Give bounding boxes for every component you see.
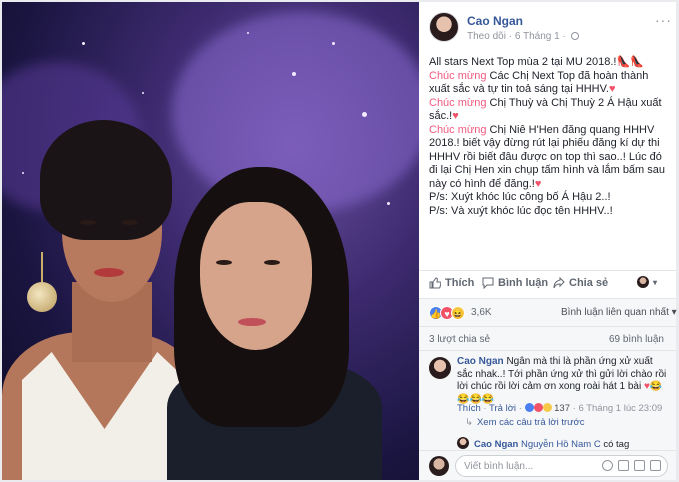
heart-emoji: ♥ <box>452 110 459 122</box>
viewer-avatar <box>429 456 449 476</box>
earring-stem <box>41 252 43 284</box>
post-meta: Theo dõi · 6 Tháng 1 · <box>467 31 579 42</box>
earring <box>27 282 57 312</box>
camera-icon[interactable] <box>618 460 629 471</box>
post-date[interactable]: 6 Tháng 1 <box>515 31 560 42</box>
gif-icon[interactable] <box>634 460 645 471</box>
star <box>142 92 144 94</box>
heels-emoji: 👠👠 <box>616 56 644 68</box>
reply-text: có tag <box>603 439 630 450</box>
lips <box>94 268 124 277</box>
share-icon <box>553 277 565 289</box>
paragraph-text: P/s: Và xuýt khóc lúc đọc tên HHHV..! <box>429 204 613 217</box>
person-left-hair <box>40 120 172 240</box>
paragraph-text: All stars Next Top mùa 2 tại MU 2018.! <box>429 56 617 68</box>
hashtag-highlight[interactable]: Chúc mừng <box>429 124 487 136</box>
comment-input-icons <box>602 460 661 471</box>
haha-reaction-icon: 😆 <box>451 306 465 320</box>
star <box>362 112 367 117</box>
comment-filter-dropdown[interactable]: Bình luận liên quan nhất ▾ <box>561 307 677 318</box>
reply-item: Cao Ngan Nguyễn Hồ Nam C có tag <box>457 437 629 450</box>
reply-arrow-icon: ↳ <box>465 417 473 428</box>
post-paragraph: P/s: Xuýt khóc lúc công bố Á Hậu 2..! <box>429 191 669 205</box>
follow-link[interactable]: Theo dõi <box>467 31 506 42</box>
comment-time[interactable]: 6 Tháng 1 lúc 23:09 <box>578 403 662 414</box>
comment-icon <box>482 277 494 289</box>
star <box>292 72 296 76</box>
heart-emoji: ♥ <box>534 177 542 190</box>
comments-list: Cao Ngan Ngân mà thi là phần ứng xử xuất… <box>419 350 676 450</box>
post-as-selector[interactable]: ▾ <box>637 276 657 288</box>
chevron-down-icon: ▾ <box>653 277 658 287</box>
comment-reaction-count[interactable]: 137 <box>554 403 570 414</box>
viewer-frame: Cao Ngan Theo dõi · 6 Tháng 1 · ··· All … <box>0 0 679 482</box>
comment-body: Cao Ngan Ngân mà thi là phần ứng xử xuất… <box>457 356 667 406</box>
post-text: All stars Next Top mùa 2 tại MU 2018.!👠👠… <box>429 56 669 218</box>
write-comment-bar: Viết bình luận... <box>419 450 676 480</box>
comment-count[interactable]: 69 bình luận <box>609 334 664 345</box>
post-header: Cao Ngan Theo dõi · 6 Tháng 1 · ··· <box>429 12 672 48</box>
paragraph-text: P/s: Xuýt khóc lúc công bố Á Hậu 2..! <box>429 191 611 203</box>
share-label: Chia sẻ <box>569 277 609 289</box>
hashtag-highlight[interactable]: Chúc mừng <box>429 70 487 82</box>
reply-author[interactable]: Cao Ngan <box>474 439 518 450</box>
sticker-icon[interactable] <box>650 460 661 471</box>
reaction-summary: 👍 ♥ 😆 3,6K Bình luận liên quan nhất ▾ <box>419 298 677 326</box>
commenter-avatar[interactable] <box>429 357 451 379</box>
comment-button[interactable]: Bình luận <box>482 277 548 289</box>
star <box>82 42 85 45</box>
post-photo[interactable] <box>2 2 419 480</box>
comment-input[interactable]: Viết bình luận... <box>455 455 668 477</box>
view-replies-label: Xem các câu trả lời trước <box>476 417 585 428</box>
thumbs-up-icon <box>429 277 441 289</box>
commenter-name[interactable]: Cao Ngan <box>457 356 504 367</box>
star <box>387 202 390 205</box>
comment-actions: Thích · Trả lời · 137 · 6 Tháng 1 lúc 23… <box>457 403 662 414</box>
reply-avatar[interactable] <box>457 437 469 449</box>
haha-reaction-icon <box>542 403 552 412</box>
reaction-icons[interactable]: 👍 ♥ 😆 <box>429 306 465 320</box>
star <box>247 32 249 34</box>
star <box>22 172 24 174</box>
post-panel: Cao Ngan Theo dõi · 6 Tháng 1 · ··· All … <box>419 2 677 480</box>
like-button[interactable]: Thích <box>429 277 474 289</box>
eye <box>264 260 280 265</box>
share-count[interactable]: 3 lượt chia sẻ <box>429 334 490 345</box>
post-paragraph: Chúc mừng Chị Niê H'Hen đăng quang HHHV … <box>429 124 669 192</box>
author-name[interactable]: Cao Ngan <box>467 14 523 28</box>
eye <box>216 260 232 265</box>
comment-placeholder: Viết bình luận... <box>464 461 534 472</box>
emoji-icon[interactable] <box>602 460 613 471</box>
post-paragraph: All stars Next Top mùa 2 tại MU 2018.!👠👠 <box>429 56 669 70</box>
post-paragraph: P/s: Và xuýt khóc lúc đọc tên HHHV..! <box>429 205 669 219</box>
globe-icon <box>570 32 579 40</box>
view-previous-replies[interactable]: ↳ Xem các câu trả lời trước <box>465 417 584 428</box>
meta-separator: · <box>562 31 569 42</box>
lips <box>238 318 266 326</box>
viewer-avatar <box>637 276 649 288</box>
love-reaction-icon <box>533 403 543 412</box>
share-button[interactable]: Chia sẻ <box>553 277 608 289</box>
more-options-icon[interactable]: ··· <box>655 12 672 28</box>
heart-emoji: ♥ <box>609 83 616 95</box>
comment-reply-link[interactable]: Trả lời <box>489 403 516 414</box>
author-avatar[interactable] <box>429 12 459 42</box>
comment-like-link[interactable]: Thích <box>457 403 481 414</box>
comment-label: Bình luận <box>498 277 549 289</box>
post-actions: Thích Bình luận Chia sẻ ▾ <box>419 270 676 296</box>
hashtag-highlight[interactable]: Chúc mừng <box>429 97 487 109</box>
star <box>332 42 335 45</box>
reaction-count[interactable]: 3,6K <box>471 307 492 318</box>
post-paragraph: Chúc mừng Các Chị Next Top đã hoàn thành… <box>429 70 669 97</box>
post-paragraph: Chúc mừng Chị Thuỳ và Chị Thuỳ 2 Á Hậu x… <box>429 97 669 124</box>
eye <box>80 220 96 225</box>
like-reaction-icon <box>524 403 534 412</box>
person-right-face <box>200 202 312 350</box>
reply-tag[interactable]: Nguyễn Hồ Nam C <box>521 439 601 450</box>
like-label: Thích <box>445 277 475 289</box>
separator: · <box>518 403 525 414</box>
post-stats: 3 lượt chia sẻ 69 bình luận <box>419 326 676 350</box>
eye <box>122 220 138 225</box>
